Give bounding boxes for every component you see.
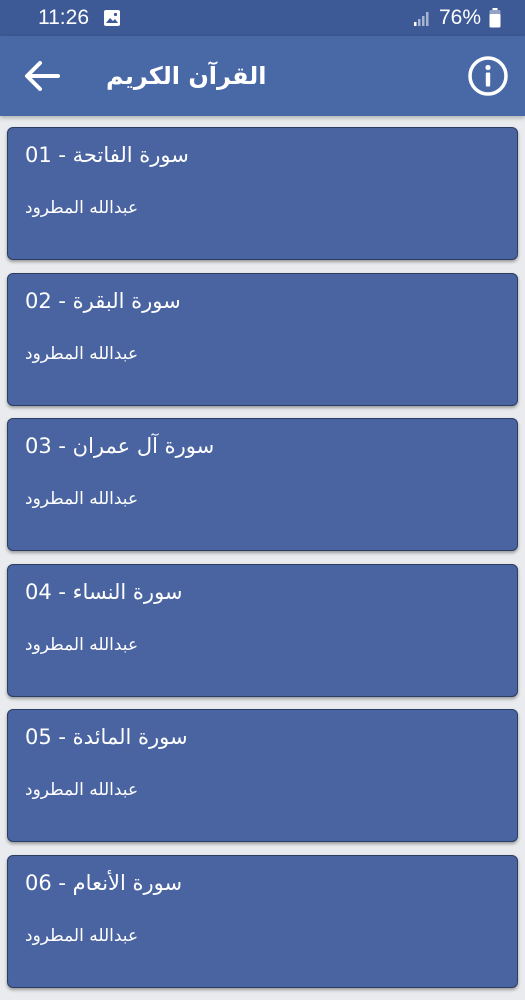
surah-separator: -	[51, 434, 73, 458]
surah-title: 03 - سورة آل عمران	[25, 434, 214, 458]
reciter-name: عبدالله المطرود	[25, 198, 139, 218]
surah-separator: -	[51, 579, 73, 604]
surah-name: سورة الأنعام	[72, 870, 183, 895]
image-notification-icon	[103, 9, 121, 27]
reciter-name: عبدالله المطرود	[25, 925, 139, 946]
surah-name: سورة الفاتحة	[72, 143, 189, 167]
app-bar: القرآن الكريم	[0, 36, 525, 116]
status-left: 11:26	[38, 6, 121, 30]
page-title: القرآن الكريم	[106, 62, 267, 90]
reciter-name: عبدالله المطرود	[25, 634, 139, 655]
status-right: 76%	[413, 6, 501, 30]
surah-card[interactable]: 03 - سورة آل عمران عبدالله المطرود	[7, 418, 518, 551]
status-time: 11:26	[38, 6, 89, 29]
surah-number: 01	[25, 143, 52, 167]
surah-separator: -	[51, 288, 73, 313]
surah-card[interactable]: 01 - سورة الفاتحة عبدالله المطرود	[7, 127, 518, 260]
surah-title: 05 - سورة المائدة	[25, 725, 188, 749]
surah-name: سورة النساء	[72, 579, 183, 604]
reciter-name: عبدالله المطرود	[25, 489, 139, 509]
back-button[interactable]	[22, 56, 62, 96]
battery-icon	[489, 8, 501, 28]
surah-number: 04	[25, 579, 52, 604]
info-button[interactable]	[466, 54, 510, 98]
surah-number: 03	[25, 434, 52, 458]
surah-card[interactable]: 04 - سورة النساء عبدالله المطرود	[7, 563, 518, 697]
surah-card[interactable]: 02 - سورة البقرة عبدالله المطرود	[7, 272, 518, 406]
surah-number: 02	[25, 288, 52, 313]
surah-separator: -	[51, 870, 73, 895]
status-bar: 11:26 76%	[0, 0, 525, 36]
surah-name: سورة البقرة	[72, 288, 181, 313]
surah-title: 04 - سورة النساء	[25, 580, 183, 604]
reciter-name: عبدالله المطرود	[25, 343, 139, 364]
surah-separator: -	[51, 143, 73, 167]
battery-percent: 76%	[438, 6, 481, 29]
surah-card[interactable]: 06 - سورة الأنعام عبدالله المطرود	[7, 854, 518, 988]
arrow-back-icon	[25, 61, 60, 91]
surah-number: 06	[25, 870, 52, 895]
surah-separator: -	[51, 725, 73, 749]
surah-card[interactable]: 05 - سورة المائدة عبدالله المطرود	[7, 709, 518, 842]
info-icon	[468, 56, 508, 96]
surah-name: سورة آل عمران	[72, 434, 215, 458]
surah-title: 02 - سورة البقرة	[25, 289, 181, 313]
surah-title: 06 - سورة الأنعام	[25, 871, 182, 895]
reciter-name: عبدالله المطرود	[25, 780, 139, 800]
surah-title: 01 - سورة الفاتحة	[25, 143, 189, 167]
surah-name: سورة المائدة	[72, 725, 188, 749]
signal-icon	[413, 9, 431, 27]
surah-number: 05	[25, 725, 52, 749]
